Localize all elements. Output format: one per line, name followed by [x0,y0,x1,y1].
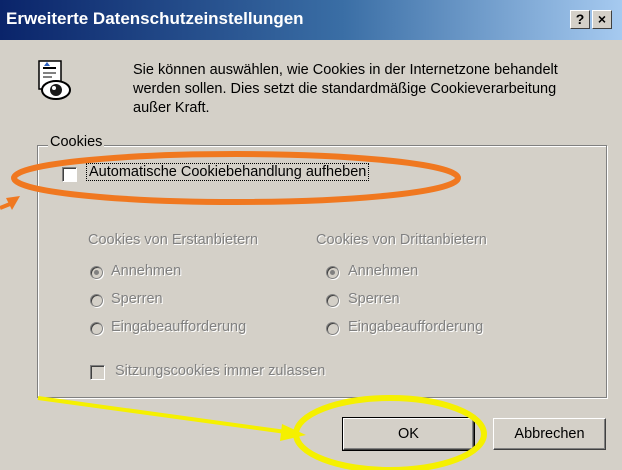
yellow-arrowhead [280,424,306,441]
first-party-header: Cookies von Erstanbietern [88,232,259,248]
third-party-accept-label[interactable]: Annehmen [348,263,418,279]
override-checkbox[interactable] [62,167,77,182]
info-text: Sie können auswählen, wie Cookies in der… [133,62,558,116]
first-party-block-radio[interactable] [90,294,103,307]
session-cookies-label[interactable]: Sitzungscookies immer zulassen [115,363,325,379]
session-cookies-checkbox[interactable] [90,365,105,380]
third-party-block-label[interactable]: Sperren [348,291,400,307]
yellow-arrow-line [37,396,287,434]
third-party-prompt-radio[interactable] [326,322,339,335]
first-party-accept-label[interactable]: Annehmen [111,263,181,279]
first-party-block-label[interactable]: Sperren [111,291,163,307]
override-checkbox-label[interactable]: Automatische Cookiebehandlung aufheben [85,163,370,181]
title-bar: Erweiterte Datenschutzeinstellungen ? × [0,0,622,40]
first-party-accept-radio[interactable] [90,266,103,279]
orange-arrow-line [0,202,11,210]
orange-arrowhead [6,196,20,210]
third-party-header: Cookies von Drittanbietern [316,232,487,248]
first-party-prompt-label[interactable]: Eingabeaufforderung [111,319,246,335]
window-title: Erweiterte Datenschutzeinstellungen [6,9,304,28]
cookies-group-label: Cookies [48,134,105,150]
close-button[interactable]: × [592,10,612,29]
cancel-button[interactable]: Abbrechen [493,418,606,450]
first-party-prompt-radio[interactable] [90,322,103,335]
help-button[interactable]: ? [570,10,590,29]
privacy-document-icon [38,60,71,100]
third-party-prompt-label[interactable]: Eingabeaufforderung [348,319,483,335]
third-party-accept-radio[interactable] [326,266,339,279]
third-party-block-radio[interactable] [326,294,339,307]
ok-button[interactable]: OK [342,417,475,451]
